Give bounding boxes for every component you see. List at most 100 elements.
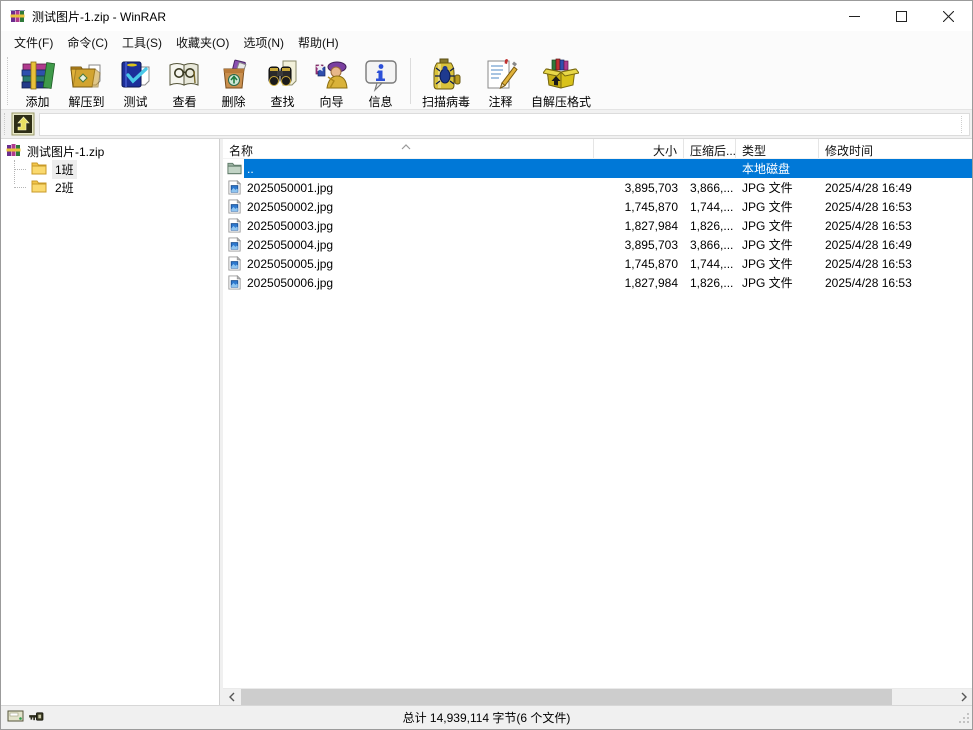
delete-button[interactable]: 删除: [209, 55, 258, 111]
folder-tree: 测试图片-1.zip 1班: [1, 139, 220, 705]
tree-root-archive[interactable]: 测试图片-1.zip: [1, 142, 219, 160]
extract-to-icon: [68, 56, 105, 93]
scrollbar-thumb[interactable]: [241, 689, 892, 706]
menu-options[interactable]: 选项(N): [236, 31, 291, 54]
file-name: 2025050003.jpg: [247, 219, 333, 233]
scroll-left-icon[interactable]: [223, 689, 240, 706]
delete-label: 删除: [221, 93, 245, 110]
column-header-packed[interactable]: 压缩后...: [684, 139, 736, 158]
file-type: JPG 文件: [736, 217, 819, 234]
file-size: 3,895,703: [594, 238, 684, 252]
view-button[interactable]: 查看: [160, 55, 209, 111]
find-icon: [264, 56, 301, 93]
file-modified: 2025/4/28 16:53: [819, 200, 972, 214]
sfx-label: 自解压格式: [531, 93, 591, 110]
winrar-window: 测试图片-1.zip - WinRAR 文件(F) 命令(C) 工具(S) 收藏…: [0, 0, 973, 730]
file-name: 2025050001.jpg: [247, 181, 333, 195]
resize-grip-icon[interactable]: [958, 712, 970, 727]
main-area: 测试图片-1.zip 1班: [1, 139, 972, 705]
parent-dir-type: 本地磁盘: [736, 160, 819, 177]
file-size: 1,745,870: [594, 200, 684, 214]
minimize-button[interactable]: [831, 1, 878, 31]
file-modified: 2025/4/28 16:53: [819, 219, 972, 233]
maximize-button[interactable]: [878, 1, 925, 31]
comment-button[interactable]: 注释: [476, 55, 525, 111]
file-name: 2025050002.jpg: [247, 200, 333, 214]
virus-scan-icon: [428, 56, 465, 93]
file-size: 1,745,870: [594, 257, 684, 271]
menu-file[interactable]: 文件(F): [7, 31, 60, 54]
file-packed-size: 1,826,...: [684, 219, 736, 233]
delete-icon: [215, 56, 252, 93]
column-header-modified[interactable]: 修改时间: [819, 139, 972, 158]
file-row[interactable]: 2025050003.jpg 1,827,984 1,826,... JPG 文…: [223, 216, 972, 235]
file-row[interactable]: 2025050004.jpg 3,895,703 3,866,... JPG 文…: [223, 235, 972, 254]
test-label: 测试: [123, 93, 147, 110]
virus-scan-button[interactable]: 扫描病毒: [416, 55, 476, 111]
file-modified: 2025/4/28 16:49: [819, 238, 972, 252]
extract-to-button[interactable]: 解压到: [62, 55, 111, 111]
file-name: 2025050006.jpg: [247, 276, 333, 290]
add-label: 添加: [25, 93, 49, 110]
tree-item-folder-2[interactable]: 2班: [1, 178, 219, 196]
toolbar: 添加 解压到: [1, 53, 972, 110]
virus-scan-label: 扫描病毒: [422, 93, 470, 110]
horizontal-scrollbar[interactable]: [223, 688, 972, 705]
jpg-file-icon: [227, 180, 242, 195]
address-bar: [1, 110, 972, 139]
file-row[interactable]: 2025050006.jpg 1,827,984 1,826,... JPG 文…: [223, 273, 972, 292]
tree-item-folder-1[interactable]: 1班: [1, 160, 219, 178]
menu-tools[interactable]: 工具(S): [115, 31, 169, 54]
jpg-file-icon: [227, 218, 242, 233]
find-label: 查找: [270, 93, 294, 110]
close-button[interactable]: [925, 1, 972, 31]
file-type: JPG 文件: [736, 179, 819, 196]
column-header-type[interactable]: 类型: [736, 139, 819, 158]
test-button[interactable]: 测试: [111, 55, 160, 111]
addressbar-grip: [4, 113, 8, 135]
menu-commands[interactable]: 命令(C): [60, 31, 115, 54]
menu-favorites[interactable]: 收藏夹(O): [169, 31, 236, 54]
jpg-file-icon: [227, 199, 242, 214]
view-file-icon: [166, 56, 203, 93]
jpg-file-icon: [227, 237, 242, 252]
menu-help[interactable]: 帮助(H): [291, 31, 346, 54]
file-packed-size: 3,866,...: [684, 181, 736, 195]
file-packed-size: 1,744,...: [684, 200, 736, 214]
jpg-file-icon: [227, 275, 242, 290]
folder-up-icon: [11, 112, 35, 136]
folder-icon: [31, 179, 47, 196]
file-row[interactable]: 2025050005.jpg 1,745,870 1,744,... JPG 文…: [223, 254, 972, 273]
comment-label: 注释: [489, 93, 513, 110]
file-list-panel: 名称 大小 压缩后... 类型 修改时间: [223, 139, 972, 705]
add-button[interactable]: 添加: [13, 55, 62, 111]
jpg-file-icon: [227, 256, 242, 271]
file-row[interactable]: 2025050001.jpg 3,895,703 3,866,... JPG 文…: [223, 178, 972, 197]
file-modified: 2025/4/28 16:49: [819, 181, 972, 195]
file-row[interactable]: 2025050002.jpg 1,745,870 1,744,... JPG 文…: [223, 197, 972, 216]
up-one-level-button[interactable]: [11, 113, 35, 136]
view-label: 查看: [172, 93, 196, 110]
file-packed-size: 1,744,...: [684, 257, 736, 271]
scrollbar-track[interactable]: [240, 689, 955, 706]
wizard-button[interactable]: 向导: [307, 55, 356, 111]
file-size: 1,827,984: [594, 219, 684, 233]
info-label: 信息: [368, 93, 392, 110]
sfx-button[interactable]: 自解压格式: [525, 55, 597, 111]
find-button[interactable]: 查找: [258, 55, 307, 111]
parent-dir-row[interactable]: .. 本地磁盘: [223, 159, 972, 178]
info-icon: [362, 56, 399, 93]
extract-to-label: 解压到: [68, 93, 104, 110]
comment-icon: [482, 56, 519, 93]
file-type: JPG 文件: [736, 274, 819, 291]
file-rows: .. 本地磁盘: [223, 159, 972, 688]
file-size: 3,895,703: [594, 181, 684, 195]
address-combobox[interactable]: [39, 113, 970, 136]
info-button[interactable]: 信息: [356, 55, 405, 111]
tree-item-label: 2班: [52, 178, 77, 197]
address-dropdown-grip[interactable]: [961, 116, 967, 133]
column-header-size[interactable]: 大小: [594, 139, 684, 158]
file-name: 2025050004.jpg: [247, 238, 333, 252]
file-type: JPG 文件: [736, 198, 819, 215]
scroll-right-icon[interactable]: [955, 689, 972, 706]
